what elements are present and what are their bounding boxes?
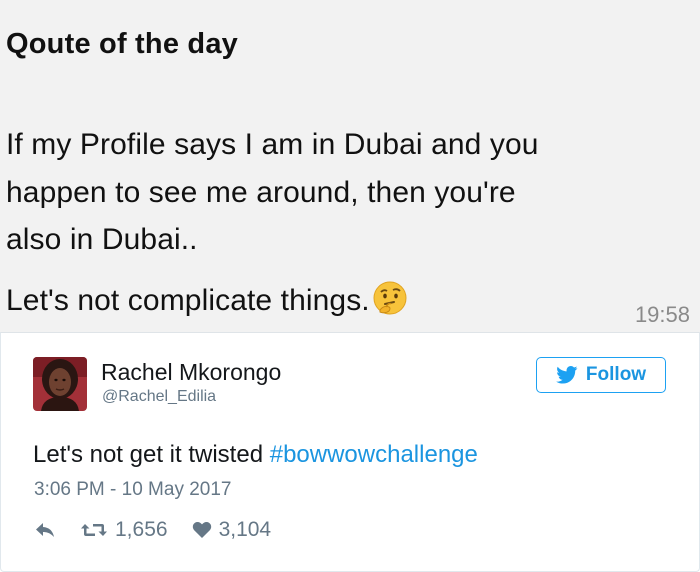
message-line-3: also in Dubai.. [6,223,198,256]
tweet-card: Rachel Mkorongo @Rachel_Edilia Follow Le… [0,332,700,572]
twitter-bird-icon [556,366,578,384]
follow-button-label: Follow [585,364,647,385]
reply-icon [34,521,56,539]
like-button[interactable]: 3,104 [192,518,272,542]
message-line-4-text: Let's not complicate things. [6,284,370,317]
follow-button[interactable]: Follow [536,357,666,393]
hashtag-link[interactable]: #bowwowchallenge [270,441,478,468]
tweet-text: Let's not get it twisted #bowwowchalleng… [33,441,478,469]
avatar[interactable] [33,357,87,411]
message-screenshot: Qoute of the day If my Profile says I am… [0,0,700,332]
message-line-2: happen to see me around, then you're [6,176,516,209]
tweet-actions: 1,656 3,104 [34,516,271,544]
retweet-button[interactable]: 1,656 [80,518,168,542]
author-handle[interactable]: @Rachel_Edilia [102,388,216,406]
message-line-4: Let's not complicate things. [6,280,408,324]
reply-button[interactable] [34,521,56,539]
tweet-text-body: Let's not get it twisted [33,441,270,468]
like-count: 3,104 [218,518,272,541]
tweet-timestamp[interactable]: 3:06 PM - 10 May 2017 [34,479,232,501]
message-title: Qoute of the day [6,28,238,60]
message-line-1: If my Profile says I am in Dubai and you [6,128,539,161]
retweet-icon [80,520,108,540]
message-timestamp: 19:58 [634,302,690,327]
thinking-face-emoji-icon [372,280,408,324]
author-name[interactable]: Rachel Mkorongo [101,359,281,386]
retweet-count: 1,656 [115,518,168,541]
heart-icon [192,521,212,539]
